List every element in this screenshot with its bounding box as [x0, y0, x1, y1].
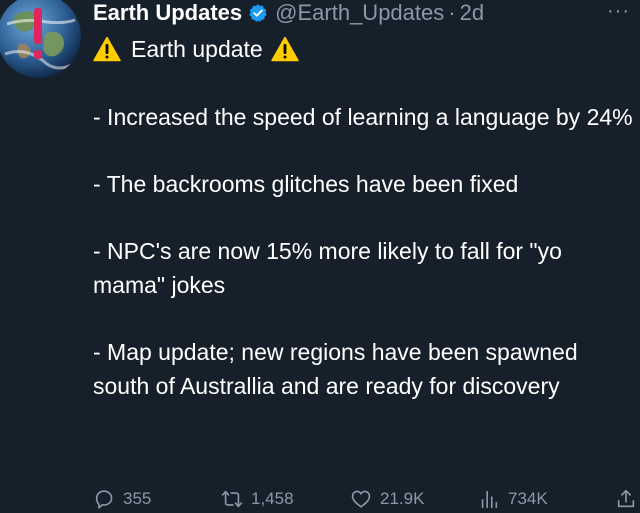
heart-icon [351, 490, 371, 508]
timestamp[interactable]: 2d [460, 0, 484, 26]
tweet-title: Earth update [131, 36, 263, 62]
tweet-text: Earth update - Increased the speed of le… [93, 32, 638, 403]
tweet-header: Earth Updates @Earth_Updates · 2d [93, 0, 484, 26]
tweet-paragraph: - Map update; new regions have been spaw… [93, 339, 578, 399]
warning-icon [93, 36, 121, 62]
more-options-icon[interactable]: ··· [607, 0, 630, 23]
reply-button[interactable]: 355 [93, 486, 151, 512]
retweet-count: 1,458 [251, 489, 294, 508]
action-bar: 355 1,458 21.9K 734K [93, 486, 638, 512]
views-chart-icon [481, 490, 498, 509]
earth-globe-icon [0, 0, 81, 78]
reply-count: 355 [123, 489, 152, 508]
verified-badge-icon[interactable] [248, 3, 268, 23]
tweet-paragraph: - NPC's are now 15% more likely to fall … [93, 238, 562, 298]
views-count: 734K [508, 489, 548, 508]
display-name[interactable]: Earth Updates [93, 0, 242, 26]
tweet: Earth Updates @Earth_Updates · 2d ··· Ea… [0, 0, 640, 513]
tweet-paragraph: - The backrooms glitches have been fixed [93, 171, 519, 197]
handle[interactable]: @Earth_Updates [275, 0, 444, 26]
separator: · [448, 0, 456, 25]
retweet-button[interactable]: 1,458 [221, 486, 294, 512]
avatar[interactable] [0, 0, 81, 78]
share-icon [617, 489, 635, 508]
tweet-paragraph: - Increased the speed of learning a lang… [93, 104, 633, 130]
views-button[interactable]: 734K [478, 486, 548, 512]
retweet-icon [221, 490, 243, 508]
like-button[interactable]: 21.9K [350, 486, 424, 512]
reply-icon [95, 490, 113, 509]
share-button[interactable] [615, 486, 637, 512]
warning-icon [270, 36, 299, 62]
tweet-title-line: Earth update [93, 32, 638, 66]
like-count: 21.9K [380, 489, 425, 508]
